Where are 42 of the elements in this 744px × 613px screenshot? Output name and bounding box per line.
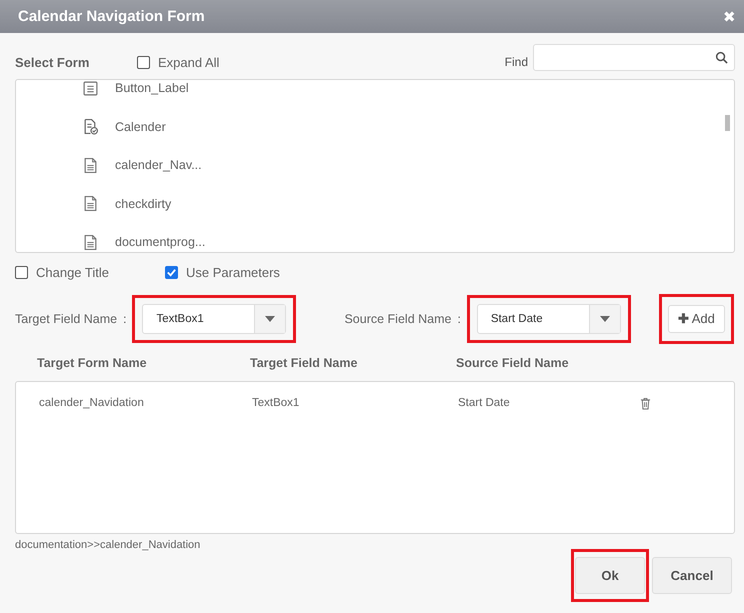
table-cell-text: Start Date — [458, 397, 511, 409]
add-button[interactable]: ✚ Add — [668, 304, 725, 332]
target-field-label: Target Field Name — [15, 312, 118, 326]
trash-icon[interactable] — [640, 396, 651, 410]
calendar-document-icon — [82, 118, 99, 136]
caret-icon — [600, 316, 610, 322]
expand-all-checkbox[interactable] — [137, 56, 150, 68]
form-path: documentation>>calender_Navidation — [15, 539, 202, 551]
form-item[interactable]: documentprog... — [16, 223, 734, 252]
select-form-label: Select Form — [15, 54, 90, 70]
find-label: Find — [504, 55, 528, 69]
target-field-dropdown[interactable]: TextBox1 — [142, 304, 286, 334]
scrollbar[interactable] — [725, 115, 730, 131]
option-label: Change Title — [36, 264, 109, 280]
form-item[interactable]: checkdirty — [16, 184, 734, 223]
find-field[interactable] — [533, 44, 735, 70]
option-checkbox[interactable] — [165, 266, 178, 278]
search-icon — [715, 50, 728, 64]
expand-all-label: Expand All — [158, 54, 220, 70]
caret-icon — [265, 316, 276, 322]
document-icon — [82, 156, 99, 174]
document-icon — [82, 234, 99, 251]
window-title: Calendar Navigation Form — [18, 8, 205, 25]
close-button[interactable]: ✖ — [723, 8, 736, 26]
table-cell-text: TextBox1 — [252, 397, 300, 409]
column-header: Target Form Name — [36, 356, 148, 370]
option-label: Use Parameters — [186, 264, 280, 280]
colon: : — [123, 312, 126, 326]
source-field-label: Source Field Name — [344, 312, 452, 326]
form-item[interactable]: calender_Nav... — [16, 146, 734, 184]
colon: : — [457, 312, 461, 326]
list-document-icon — [82, 80, 99, 97]
option-checkbox[interactable] — [15, 266, 28, 278]
table-cell-text: calender_Navidation — [38, 397, 145, 409]
document-icon — [82, 195, 99, 212]
ok-button[interactable]: Ok — [575, 557, 645, 594]
column-header: Source Field Name — [456, 356, 569, 370]
form-item[interactable]: Calender — [16, 108, 734, 146]
source-field-dropdown[interactable]: Start Date — [476, 304, 621, 334]
column-header: Target Field Name — [250, 356, 358, 370]
form-item[interactable]: Button_Label — [16, 80, 734, 108]
cancel-button[interactable]: Cancel — [652, 557, 732, 594]
